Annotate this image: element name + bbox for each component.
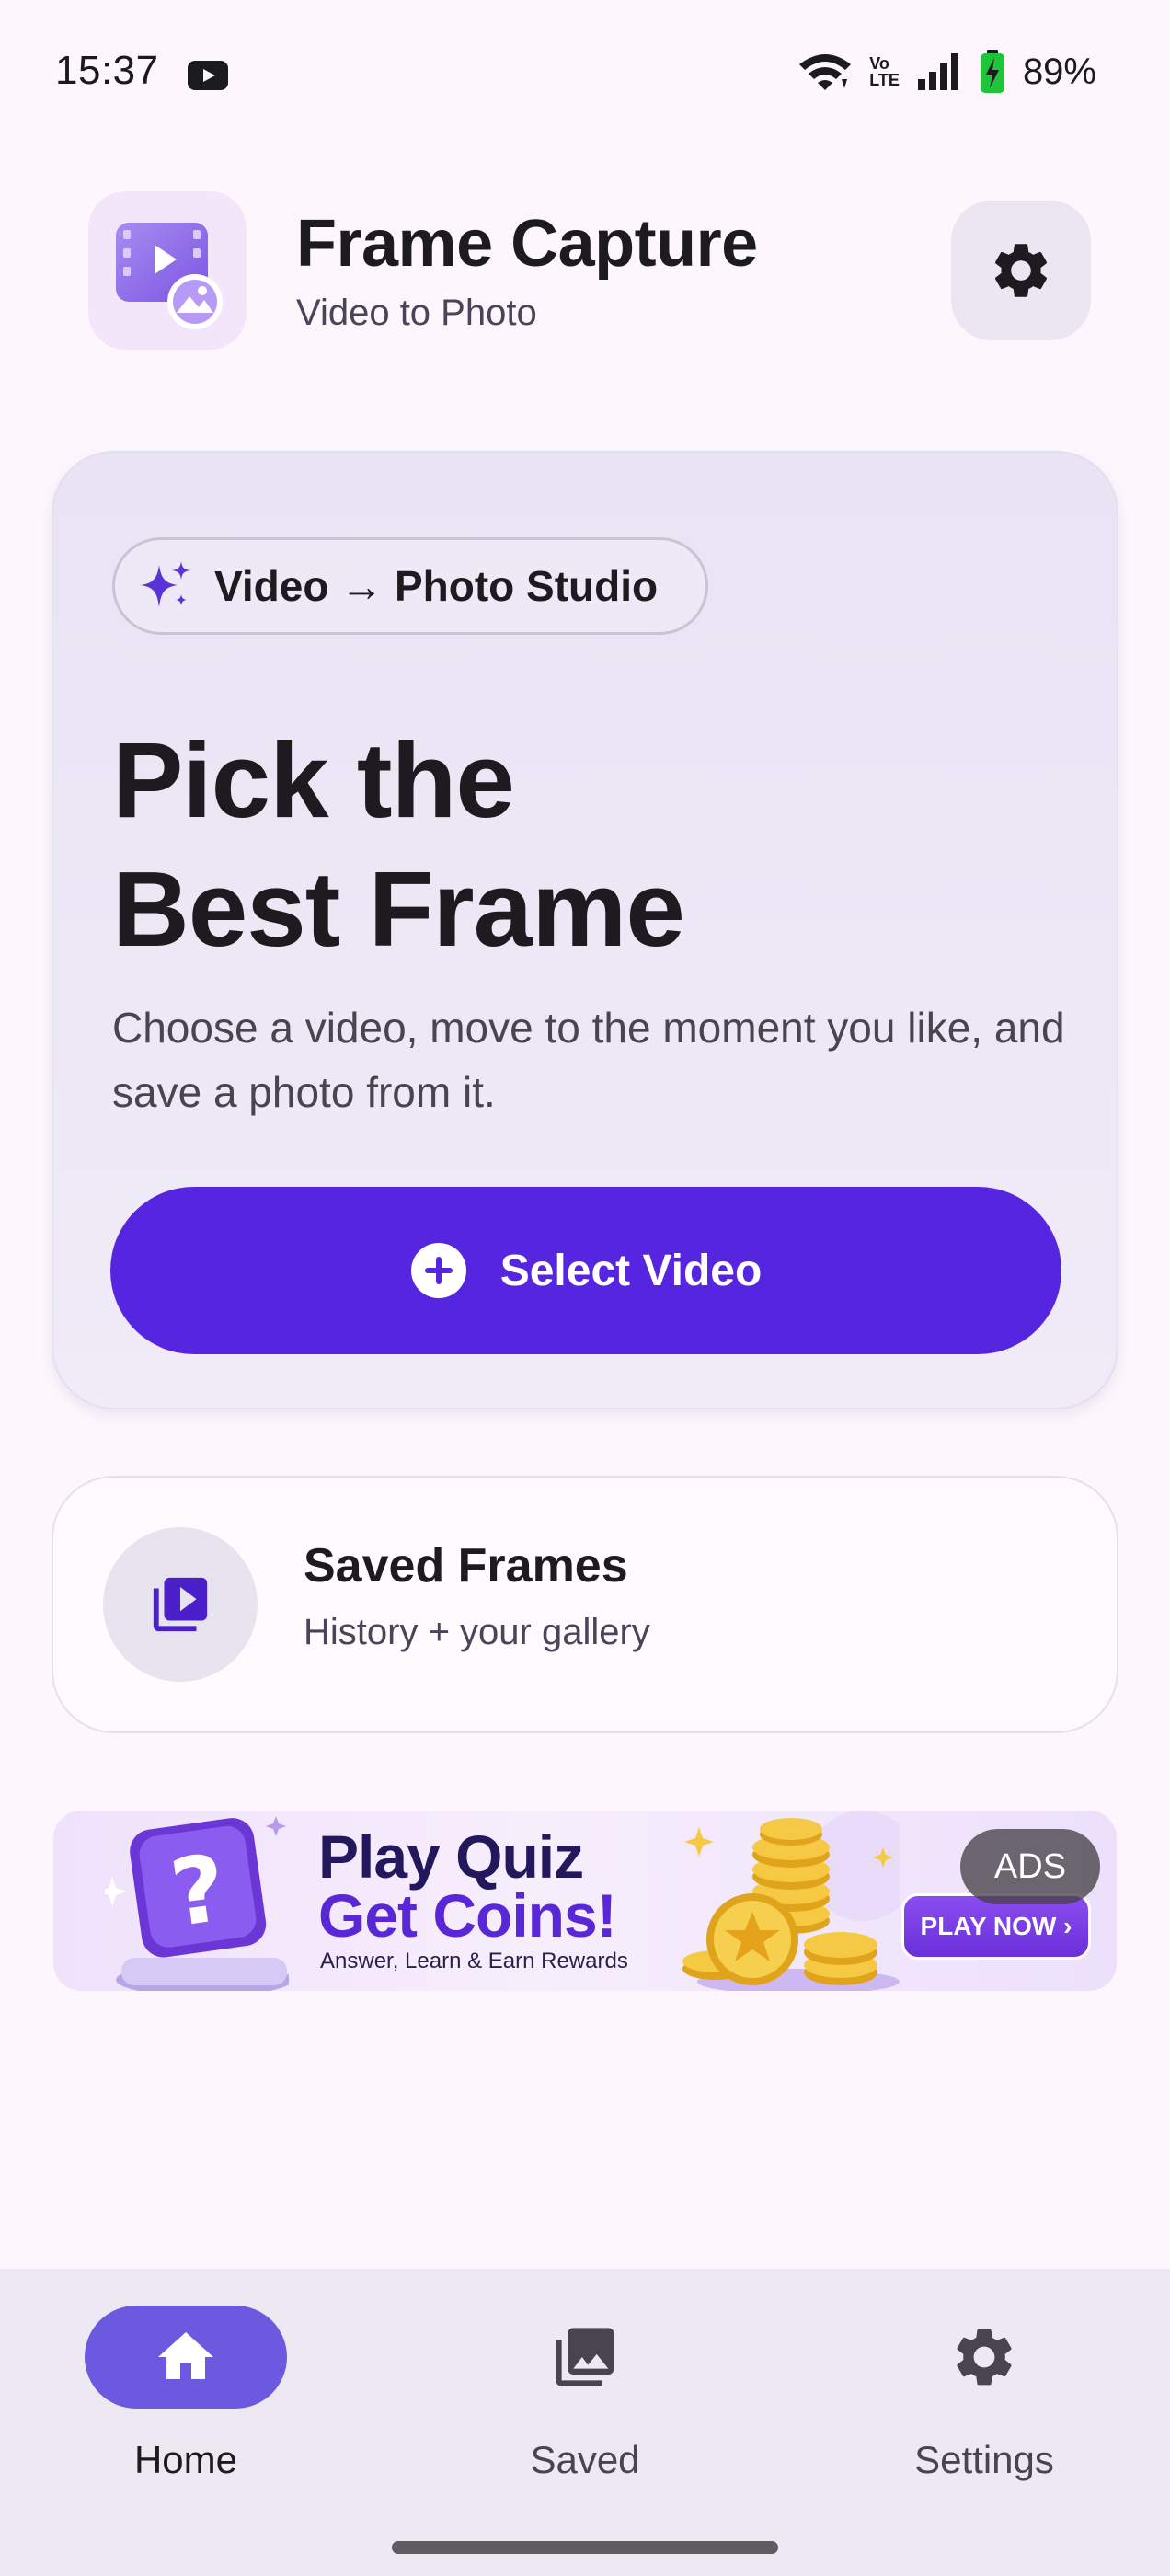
battery-charging-icon [980,50,1004,93]
nav-item-home[interactable]: Home [48,2306,324,2481]
hero-title-line-2: Best Frame [112,849,685,969]
status-indicators: Vo LTE 89% [797,50,1096,94]
nav-label-saved: Saved [530,2438,640,2481]
select-video-button[interactable]: Select Video [110,1187,1061,1354]
sparkle-icon [141,561,190,607]
status-bar: 15:37 Vo LTE 89% [0,0,1170,147]
gesture-navigation-bar[interactable] [392,2541,778,2554]
volte-indicator: Vo LTE [869,54,900,89]
gear-icon [994,244,1048,297]
settings-button[interactable] [951,201,1091,340]
select-video-label: Select Video [499,1246,763,1295]
nav-label-home: Home [133,2438,238,2481]
video-library-icon [153,1577,208,1632]
nav-item-saved[interactable]: Saved [447,2306,723,2481]
saved-frames-title: Saved Frames [304,1539,628,1593]
photo-library-icon [556,2328,614,2386]
app-title: Frame Capture [296,207,758,281]
hero-title: Pick the Best Frame [112,716,1069,973]
saved-frames-icon-container [103,1527,258,1682]
cellular-signal-icon [917,53,958,90]
studio-badge-label: Video → Photo Studio [214,562,659,610]
studio-badge: Video → Photo Studio [112,537,709,635]
home-icon [158,2332,213,2379]
nav-label-settings: Settings [914,2438,1054,2481]
youtube-notification-icon [188,61,228,90]
hero-title-line-1: Pick the [112,720,515,840]
nav-settings-indicator [883,2306,1085,2409]
nav-item-settings[interactable]: Settings [846,2306,1122,2481]
status-time: 15:37 [55,48,159,93]
ad-headline-2: Get Coins! [318,1881,617,1949]
nav-home-indicator [85,2306,287,2409]
ad-banner[interactable]: ? Play Quiz Get Coins! Answer, Learn & E… [53,1811,1117,1991]
ads-tag: ADS [960,1829,1100,1904]
battery-percentage: 89% [1022,51,1096,92]
hero-description: Choose a video, move to the moment you l… [112,1004,1065,1116]
app-logo [88,191,247,350]
ad-tagline: Answer, Learn & Earn Rewards [320,1949,628,1973]
hero-card: Video → Photo Studio Pick the Best Frame… [52,451,1118,1409]
saved-frames-subtitle: History + your gallery [304,1612,650,1652]
app-subtitle: Video to Photo [296,293,537,333]
video-photo-logo-icon [116,223,223,329]
wifi-icon [799,54,852,90]
saved-frames-card[interactable]: Saved Frames History + your gallery [52,1476,1118,1733]
coins-stack-icon [682,1811,900,1991]
bottom-navigation: Home Saved Settings [0,2269,1170,2576]
quiz-question-box-icon: ? [105,1816,289,1991]
nav-saved-indicator [484,2306,686,2409]
add-circle-icon [410,1243,466,1298]
app-header: Frame Capture Video to Photo [0,184,1170,368]
gear-icon [957,2329,1012,2386]
